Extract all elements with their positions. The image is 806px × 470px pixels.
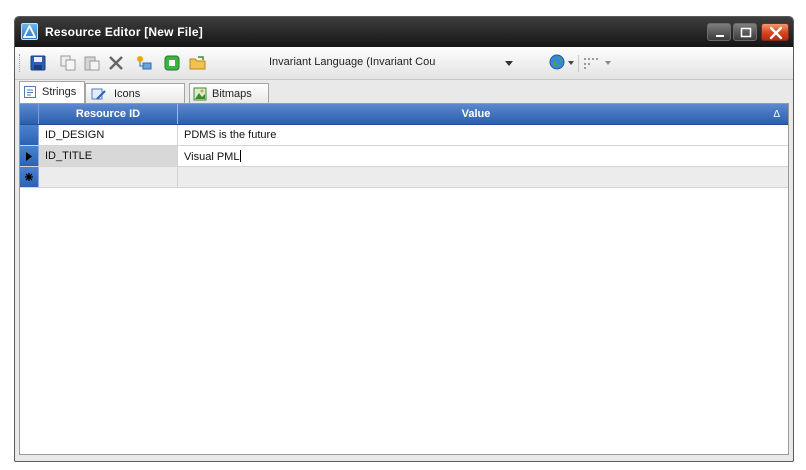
value-edit-field[interactable]: Visual PML [184,150,242,163]
bitmaps-tab-icon [193,87,207,101]
tab-icons[interactable]: Icons [85,83,185,103]
tab-bitmaps-label: Bitmaps [212,88,252,100]
value-cell[interactable] [178,167,788,187]
close-button[interactable] [761,23,789,41]
tab-strings-label: Strings [42,86,77,98]
resource-id-cell[interactable] [39,167,178,187]
grid-header: Resource ID Value Δ [20,104,788,125]
strings-tab-icon [23,85,37,99]
toolbar-separator [578,55,579,72]
value-cell-editing[interactable]: Visual PML [178,146,788,166]
toolbar: Invariant Language (Invariant Cou [15,47,793,80]
value-text: Visual PML [184,151,240,163]
column-header-resource-id[interactable]: Resource ID [39,108,177,120]
new-row[interactable] [20,167,788,188]
tab-strip: Strings Icons Bitmaps [15,80,793,103]
globe-dropdown-arrow-icon[interactable] [568,61,574,65]
resource-id-text: ID_DESIGN [45,129,105,141]
globe-icon[interactable] [549,54,565,70]
current-row-arrow-icon [26,152,32,161]
new-row-asterisk-icon [25,173,33,181]
table-row[interactable]: ID_DESIGN PDMS is the future [20,125,788,146]
app-icon [21,23,38,40]
row-header[interactable] [20,146,39,166]
toolbar-grip[interactable] [19,54,23,72]
table-row[interactable]: ID_TITLE Visual PML [20,146,788,167]
window-title: Resource Editor [New File] [45,25,203,39]
resource-id-cell[interactable]: ID_TITLE [39,146,178,166]
tab-strings[interactable]: Strings [19,81,85,103]
column-header-value[interactable]: Value [178,108,774,120]
text-caret [240,150,242,162]
minimize-button[interactable] [707,23,731,41]
resource-format-icon[interactable] [583,56,603,70]
rename-icon[interactable] [135,54,153,72]
language-dropdown[interactable]: Invariant Language (Invariant Cou [269,56,531,72]
chevron-down-icon[interactable] [505,61,513,66]
select-all-cell[interactable] [20,104,39,124]
tab-bitmaps[interactable]: Bitmaps [189,83,269,103]
resource-grid: Resource ID Value Δ ID_DESIGN PDMS is th… [19,103,789,455]
value-cell[interactable]: PDMS is the future [178,125,788,145]
title-bar[interactable]: Resource Editor [New File] [15,17,793,47]
resource-id-cell[interactable]: ID_DESIGN [39,125,178,145]
row-header[interactable] [20,167,39,187]
value-text: PDMS is the future [184,129,277,141]
save-icon[interactable] [29,54,47,72]
paste-icon[interactable] [83,54,101,72]
format-dropdown-arrow-icon[interactable] [605,61,611,65]
maximize-button[interactable] [733,23,757,41]
delete-icon[interactable] [107,54,125,72]
language-dropdown-value: Invariant Language (Invariant Cou [269,56,436,68]
row-header[interactable] [20,125,39,145]
open-folder-icon[interactable] [189,54,207,72]
sort-indicator-icon: Δ [773,109,780,120]
add-icon[interactable] [163,54,181,72]
resource-editor-window: Resource Editor [New File] Invariant Lan… [14,16,794,462]
copy-icon[interactable] [59,54,77,72]
icons-tab-icon [91,87,107,101]
tab-icons-label: Icons [114,88,141,100]
resource-id-text: ID_TITLE [45,150,93,162]
